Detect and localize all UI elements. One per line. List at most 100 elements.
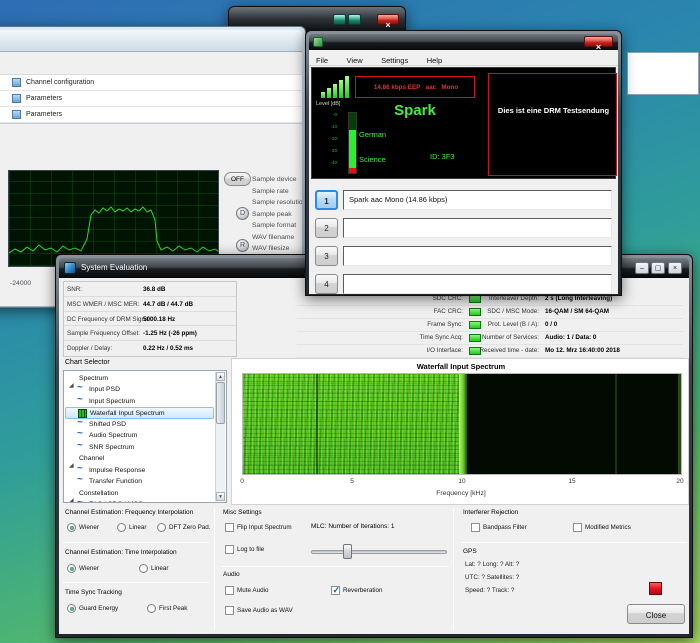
input-psd-icon — [77, 385, 86, 394]
meter-tick-label: -40 — [320, 160, 337, 165]
off-button-label: OFF — [231, 176, 244, 183]
spectrum-trace — [9, 171, 218, 266]
service-button-4[interactable]: 4 — [315, 274, 338, 294]
minimize-button[interactable] — [333, 14, 346, 25]
list-item[interactable]: Channel configuration — [0, 75, 302, 91]
checkbox-log-to-file[interactable]: Log to file — [225, 545, 264, 554]
menu-help[interactable]: Help — [420, 54, 449, 65]
tree-item-transfer-function[interactable]: Transfer Function — [65, 476, 214, 488]
close-icon[interactable]: × — [668, 262, 682, 274]
stat-value: -1.25 Hz (-26 ppm) — [143, 330, 197, 337]
menu-view[interactable]: View — [340, 54, 370, 65]
stat-label: SNR: — [67, 286, 82, 293]
checkbox-label: Mute Audio — [237, 587, 269, 594]
tree-item-fac-sdc-msc[interactable]: FAC / SDC / MSC — [65, 499, 214, 503]
signal-bars-icon — [327, 88, 331, 98]
checkbox-label: Save Audio as WAV — [237, 607, 293, 614]
service-button-3[interactable]: 3 — [315, 246, 338, 266]
checkbox-label: Reverberation — [343, 587, 383, 594]
radio-linear-freq[interactable]: Linear — [117, 523, 147, 532]
service-button-2[interactable]: 2 — [315, 218, 338, 238]
list-item-label: Parameters — [26, 111, 62, 118]
gps-speed-track: Speed: ? Track: ? — [465, 587, 514, 594]
channels-value: Mono — [441, 84, 458, 91]
slider-handle[interactable] — [343, 544, 352, 559]
bitrate-info-box: 14.86 kbps EEP aac Mono — [355, 76, 475, 98]
level-meter — [348, 112, 357, 174]
radio-dot — [67, 564, 76, 573]
x-tick-label: 10 — [452, 478, 472, 485]
group-title: Misc Settings — [223, 509, 262, 516]
group-title: Time Sync Tracking — [65, 589, 122, 596]
checkbox-label: Log to file — [237, 546, 264, 553]
divider — [214, 508, 215, 630]
x-tick-label: 5 — [342, 478, 362, 485]
service-id-label: ID: 3F3 — [430, 152, 455, 161]
radio-dft-zero-pad[interactable]: DFT Zero Pad. — [157, 523, 211, 532]
signal-bars-icon — [339, 80, 343, 98]
input-spectrum-icon — [77, 397, 86, 406]
group-title: GPS — [463, 548, 477, 555]
receiver-main-titlebar[interactable] — [0, 30, 302, 52]
drm-titlebar[interactable] — [309, 34, 618, 50]
service-button-1[interactable]: 1 — [315, 190, 338, 210]
close-button[interactable]: Close — [627, 604, 685, 624]
maximize-button[interactable]: ▢ — [651, 262, 665, 274]
drm-display: Level [dB] -0 -10 -20 -30 -40 14.86 kbps… — [311, 67, 616, 179]
menu-settings[interactable]: Settings — [374, 54, 415, 65]
radio-wiener-time[interactable]: Wiener — [67, 564, 99, 573]
stat-label: Doppler / Delay: — [67, 345, 112, 352]
checkbox-box — [471, 523, 480, 532]
tree-scrollbar[interactable]: ▲ ▼ — [215, 372, 225, 501]
tree-item-input-psd[interactable]: Input PSD — [65, 384, 214, 396]
radio-linear-time[interactable]: Linear — [139, 564, 169, 573]
checkbox-reverberation[interactable]: Reverberation — [331, 586, 383, 595]
audio-spectrum-icon — [77, 431, 86, 440]
radio-first-peak[interactable]: First Peak — [147, 604, 187, 613]
chart-selector-tree[interactable]: Spectrum Input PSD Input Spectrum Waterf… — [63, 370, 227, 503]
gps-utc-satellites: UTC: ? Satellites: ? — [465, 574, 519, 581]
mlc-iterations-slider[interactable] — [311, 550, 447, 554]
checkbox-flip-input-spectrum[interactable]: Flip Input Spectrum — [225, 523, 292, 532]
tree-item-label: SNR Spectrum — [89, 444, 134, 451]
minimize-button[interactable]: – — [635, 262, 649, 274]
radio-wiener-freq[interactable]: Wiener — [67, 523, 99, 532]
group-title: Audio — [223, 571, 240, 578]
checkbox-modified-metrics[interactable]: Modified Metrics — [573, 523, 631, 532]
status-label: Sample device — [252, 176, 297, 183]
tree-item-label: Transfer Function — [89, 478, 142, 485]
tree-item-label: Spectrum — [79, 375, 108, 382]
info-value: 0 / 0 — [545, 321, 557, 328]
snr-spectrum-icon — [77, 443, 86, 452]
tree-item-channel[interactable]: Channel — [65, 453, 214, 465]
divider — [63, 542, 209, 543]
input-spectrum-plot — [8, 170, 219, 267]
menu-file[interactable]: File — [309, 54, 335, 65]
checkbox-box — [225, 523, 234, 532]
service-field-1: Spark aac Mono (14.86 kbps) — [343, 190, 612, 210]
list-item[interactable]: Parameters — [0, 91, 302, 107]
info-label: Interleaver Depth: — [431, 295, 539, 302]
text-message-box: Dies ist eine DRM Testsendung — [488, 73, 617, 176]
close-icon[interactable] — [377, 14, 399, 25]
scroll-up-icon[interactable]: ▲ — [216, 372, 225, 381]
radio-guard-energy[interactable]: Guard Energy — [67, 604, 118, 613]
scrollbar-thumb[interactable] — [216, 382, 225, 424]
off-button[interactable]: OFF — [224, 172, 251, 186]
signal-bars-icon — [321, 92, 325, 98]
close-icon[interactable] — [584, 36, 613, 47]
list-item[interactable]: Parameters — [0, 107, 302, 123]
axis-tick-label: -24000 — [10, 280, 31, 287]
checkbox-save-audio-wav[interactable]: Save Audio as WAV — [225, 606, 293, 615]
checkbox-mute-audio[interactable]: Mute Audio — [225, 586, 269, 595]
service-button-label: 4 — [324, 280, 328, 289]
tree-item-waterfall-input-spectrum[interactable]: Waterfall Input Spectrum — [65, 407, 214, 419]
checkbox-bandpass-filter[interactable]: Bandpass Filter — [471, 523, 527, 532]
list-item-label: Channel configuration — [26, 79, 94, 86]
tree-item-audio-spectrum[interactable]: Audio Spectrum — [65, 430, 214, 442]
scroll-down-icon[interactable]: ▼ — [216, 492, 225, 501]
config-icon — [12, 78, 21, 87]
maximize-button[interactable] — [348, 14, 361, 25]
radio-label: Wiener — [79, 565, 99, 572]
group-title: Channel Estimation: Frequency Interpolat… — [65, 509, 193, 516]
